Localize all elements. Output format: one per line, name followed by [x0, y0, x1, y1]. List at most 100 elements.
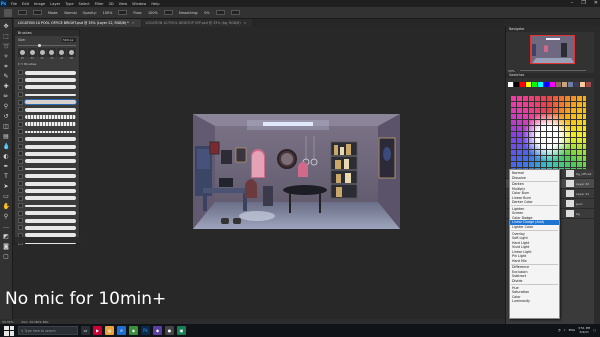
brush-settings-toggle[interactable] — [33, 10, 42, 15]
close-tab-icon[interactable]: ✕ — [244, 21, 247, 25]
canvas-artwork[interactable] — [193, 114, 400, 229]
color-swatches-icon[interactable]: ◩ — [3, 233, 10, 240]
smoothing-options[interactable] — [215, 10, 225, 15]
history-brush-icon[interactable]: ↺ — [3, 113, 10, 120]
app-icon[interactable]: ▣ — [177, 326, 186, 335]
blend-mode-option[interactable]: Luminosity — [510, 299, 559, 304]
edge-icon[interactable]: e — [117, 326, 126, 335]
menu-edit[interactable]: Edit — [22, 2, 29, 6]
close-icon[interactable]: ✕ — [594, 0, 598, 7]
blend-mode-option[interactable]: Divide — [510, 279, 559, 284]
brush-tool-icon[interactable] — [4, 8, 12, 17]
language-indicator[interactable]: ENG — [569, 328, 575, 332]
brush-preset-row[interactable] — [18, 172, 76, 179]
zoom-tool-icon[interactable]: ⚲ — [3, 213, 10, 220]
quick-mask-icon[interactable]: ◙ — [3, 243, 10, 250]
menu-3d[interactable]: 3D — [109, 2, 114, 6]
tab-document-2[interactable]: LOCATION 10 POOL DESKTOP OFF.psd @ 33% (… — [141, 19, 253, 27]
brush-preset-row[interactable] — [18, 76, 76, 83]
smoothing-value[interactable]: 0% — [204, 11, 209, 15]
zoom-readout[interactable]: 33.33% — [2, 320, 13, 324]
color-swatch[interactable] — [568, 82, 573, 87]
marquee-tool-icon[interactable]: ⬚ — [3, 33, 10, 40]
menu-filter[interactable]: Filter — [95, 2, 104, 6]
pen-tool-icon[interactable]: ✒ — [3, 163, 10, 170]
color-swatch[interactable] — [526, 82, 531, 87]
tab-document-1[interactable]: LOCATION 10 POOL OFFICE BRIGHT.psd @ 33%… — [14, 19, 141, 27]
color-swatch[interactable] — [538, 82, 543, 87]
color-swatch[interactable] — [520, 82, 525, 87]
clock[interactable]: 3:51 PM 3/9/21 — [578, 326, 590, 334]
preset-brush-icon[interactable] — [47, 48, 57, 57]
brush-preset-row[interactable] — [18, 202, 76, 209]
minimize-icon[interactable]: – — [571, 0, 574, 7]
menu-help[interactable]: Help — [151, 2, 159, 6]
more-tools-icon[interactable]: … — [3, 223, 10, 230]
eyedropper-icon[interactable]: ✎ — [3, 73, 10, 80]
size-input[interactable]: 500 px — [62, 38, 76, 42]
size-slider[interactable] — [18, 44, 76, 47]
symmetry-toggle[interactable] — [230, 10, 240, 15]
blend-mode-option[interactable]: Hard Mix — [510, 259, 559, 264]
brush-preset-row[interactable] — [18, 150, 76, 157]
color-swatch[interactable] — [574, 82, 579, 87]
brush-tool-icon[interactable]: ✏ — [3, 93, 10, 100]
blend-mode-dropdown[interactable]: Normal Dissolve Darken Multiply Color Burn Li… — [509, 169, 560, 319]
airbrush-toggle[interactable] — [163, 10, 173, 15]
brush-preset-row[interactable] — [18, 69, 76, 76]
brush-preset-row[interactable] — [18, 106, 76, 113]
navigator-thumbnail[interactable] — [530, 35, 575, 64]
hand-tool-icon[interactable]: ✋ — [3, 203, 10, 210]
panel-title[interactable]: Swatches — [506, 73, 594, 78]
blur-tool-icon[interactable]: 💧 — [3, 143, 10, 150]
brush-preset-picker[interactable] — [18, 10, 27, 15]
brush-preset-row[interactable] — [18, 165, 76, 172]
blend-mode-option[interactable]: Dissolve — [510, 176, 559, 181]
brush-preset-row[interactable] — [18, 136, 76, 143]
brush-preset-row[interactable] — [18, 143, 76, 150]
eraser-tool-icon[interactable]: ◫ — [3, 123, 10, 130]
taskbar-search[interactable]: ⚲ Type here to search — [18, 326, 78, 335]
preset-brush-icon[interactable] — [67, 48, 76, 57]
flow-value[interactable]: 100% — [148, 11, 158, 15]
brush-preset-row[interactable] — [18, 224, 76, 231]
color-swatch[interactable] — [550, 82, 555, 87]
rectangle-tool-icon[interactable]: ▭ — [3, 193, 10, 200]
pressure-opacity-toggle[interactable] — [118, 10, 128, 15]
blend-mode-option[interactable]: Lighter Color — [510, 225, 559, 230]
folder-icon[interactable]: ▤ — [105, 326, 114, 335]
opacity-value[interactable]: 100% — [103, 11, 113, 15]
app-icon[interactable]: ◆ — [153, 326, 162, 335]
color-swatch[interactable] — [586, 82, 591, 87]
app-icon[interactable]: ● — [165, 326, 174, 335]
maximize-icon[interactable]: ❐ — [581, 0, 585, 7]
preset-brush-icon[interactable] — [57, 48, 67, 57]
photoshop-taskbar-icon[interactable]: Ps — [141, 326, 150, 335]
brush-preset-row[interactable] — [18, 187, 76, 194]
windows-start-icon[interactable] — [4, 325, 14, 336]
crop-tool-icon[interactable]: ⌗ — [3, 63, 10, 70]
color-swatch[interactable] — [544, 82, 549, 87]
brush-preset-row[interactable] — [18, 209, 76, 216]
menu-file[interactable]: File — [11, 2, 17, 6]
gradient-tool-icon[interactable]: ▤ — [3, 133, 10, 140]
brush-preset-row[interactable] — [18, 195, 76, 202]
color-swatch[interactable] — [514, 82, 519, 87]
menu-type[interactable]: Type — [65, 2, 73, 6]
brush-preset-row[interactable] — [18, 84, 76, 91]
move-tool-icon[interactable]: ✥ — [3, 23, 10, 30]
brush-preset-row[interactable] — [18, 158, 76, 165]
brush-preset-row[interactable] — [18, 217, 76, 224]
brush-preset-row[interactable] — [18, 91, 76, 98]
menu-image[interactable]: Image — [34, 2, 45, 6]
clone-stamp-icon[interactable]: ⚲ — [3, 103, 10, 110]
mode-select[interactable]: Normal — [64, 11, 76, 15]
menu-layer[interactable]: Layer — [50, 2, 60, 6]
brush-preset-row[interactable] — [18, 113, 76, 120]
navigator-zoom-slider[interactable] — [520, 70, 586, 71]
brush-preset-row[interactable] — [18, 128, 76, 135]
color-swatch[interactable] — [508, 82, 513, 87]
screen-mode-icon[interactable]: ▢ — [3, 253, 10, 260]
notification-icon[interactable]: ▢ — [593, 328, 596, 332]
volume-icon[interactable]: ♪ — [564, 328, 566, 332]
